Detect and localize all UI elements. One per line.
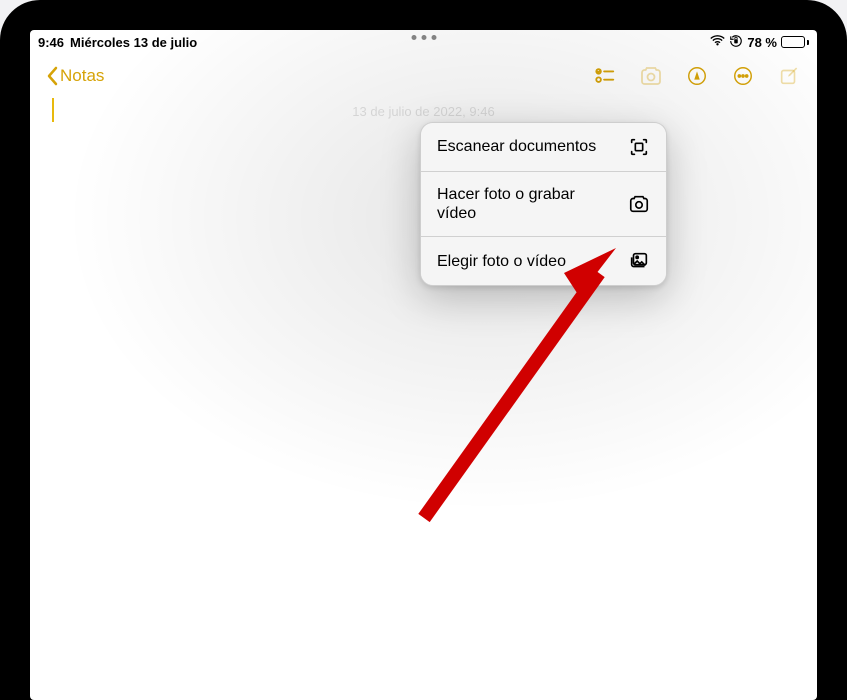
note-content[interactable]: 13 de julio de 2022, 9:46 [30,98,817,123]
camera-button[interactable] [639,64,663,88]
status-date: Miércoles 13 de julio [70,35,197,50]
screen: 9:46 Miércoles 13 de julio [30,30,817,700]
more-button[interactable] [731,64,755,88]
multitask-indicator[interactable] [411,35,436,40]
back-label: Notas [60,66,104,86]
battery-percentage: 78 % [747,35,777,50]
chevron-left-icon [46,66,58,86]
text-cursor [52,98,54,122]
compose-button[interactable] [777,64,801,88]
battery-icon [781,36,809,48]
app-toolbar: Notas [30,54,817,98]
camera-icon [628,193,650,215]
status-bar: 9:46 Miércoles 13 de julio [30,30,817,54]
wifi-icon [710,35,725,50]
menu-choose-photo-video[interactable]: Elegir foto o vídeo [421,237,666,285]
markup-button[interactable] [685,64,709,88]
back-button[interactable]: Notas [46,66,104,86]
status-time: 9:46 [38,35,64,50]
menu-item-label: Elegir foto o vídeo [437,252,566,271]
ipad-frame: 9:46 Miércoles 13 de julio [0,0,847,700]
gallery-icon [628,250,650,272]
camera-menu-popover: Escanear documentos Hacer foto o grabar … [420,122,667,286]
menu-item-label: Escanear documentos [437,137,596,156]
checklist-button[interactable] [593,64,617,88]
menu-take-photo-video[interactable]: Hacer foto o grabar vídeo [421,172,666,237]
menu-item-label: Hacer foto o grabar vídeo [437,185,607,223]
scan-icon [628,136,650,158]
note-timestamp: 13 de julio de 2022, 9:46 [50,104,797,119]
orientation-lock-icon [729,34,743,51]
menu-scan-documents[interactable]: Escanear documentos [421,123,666,172]
